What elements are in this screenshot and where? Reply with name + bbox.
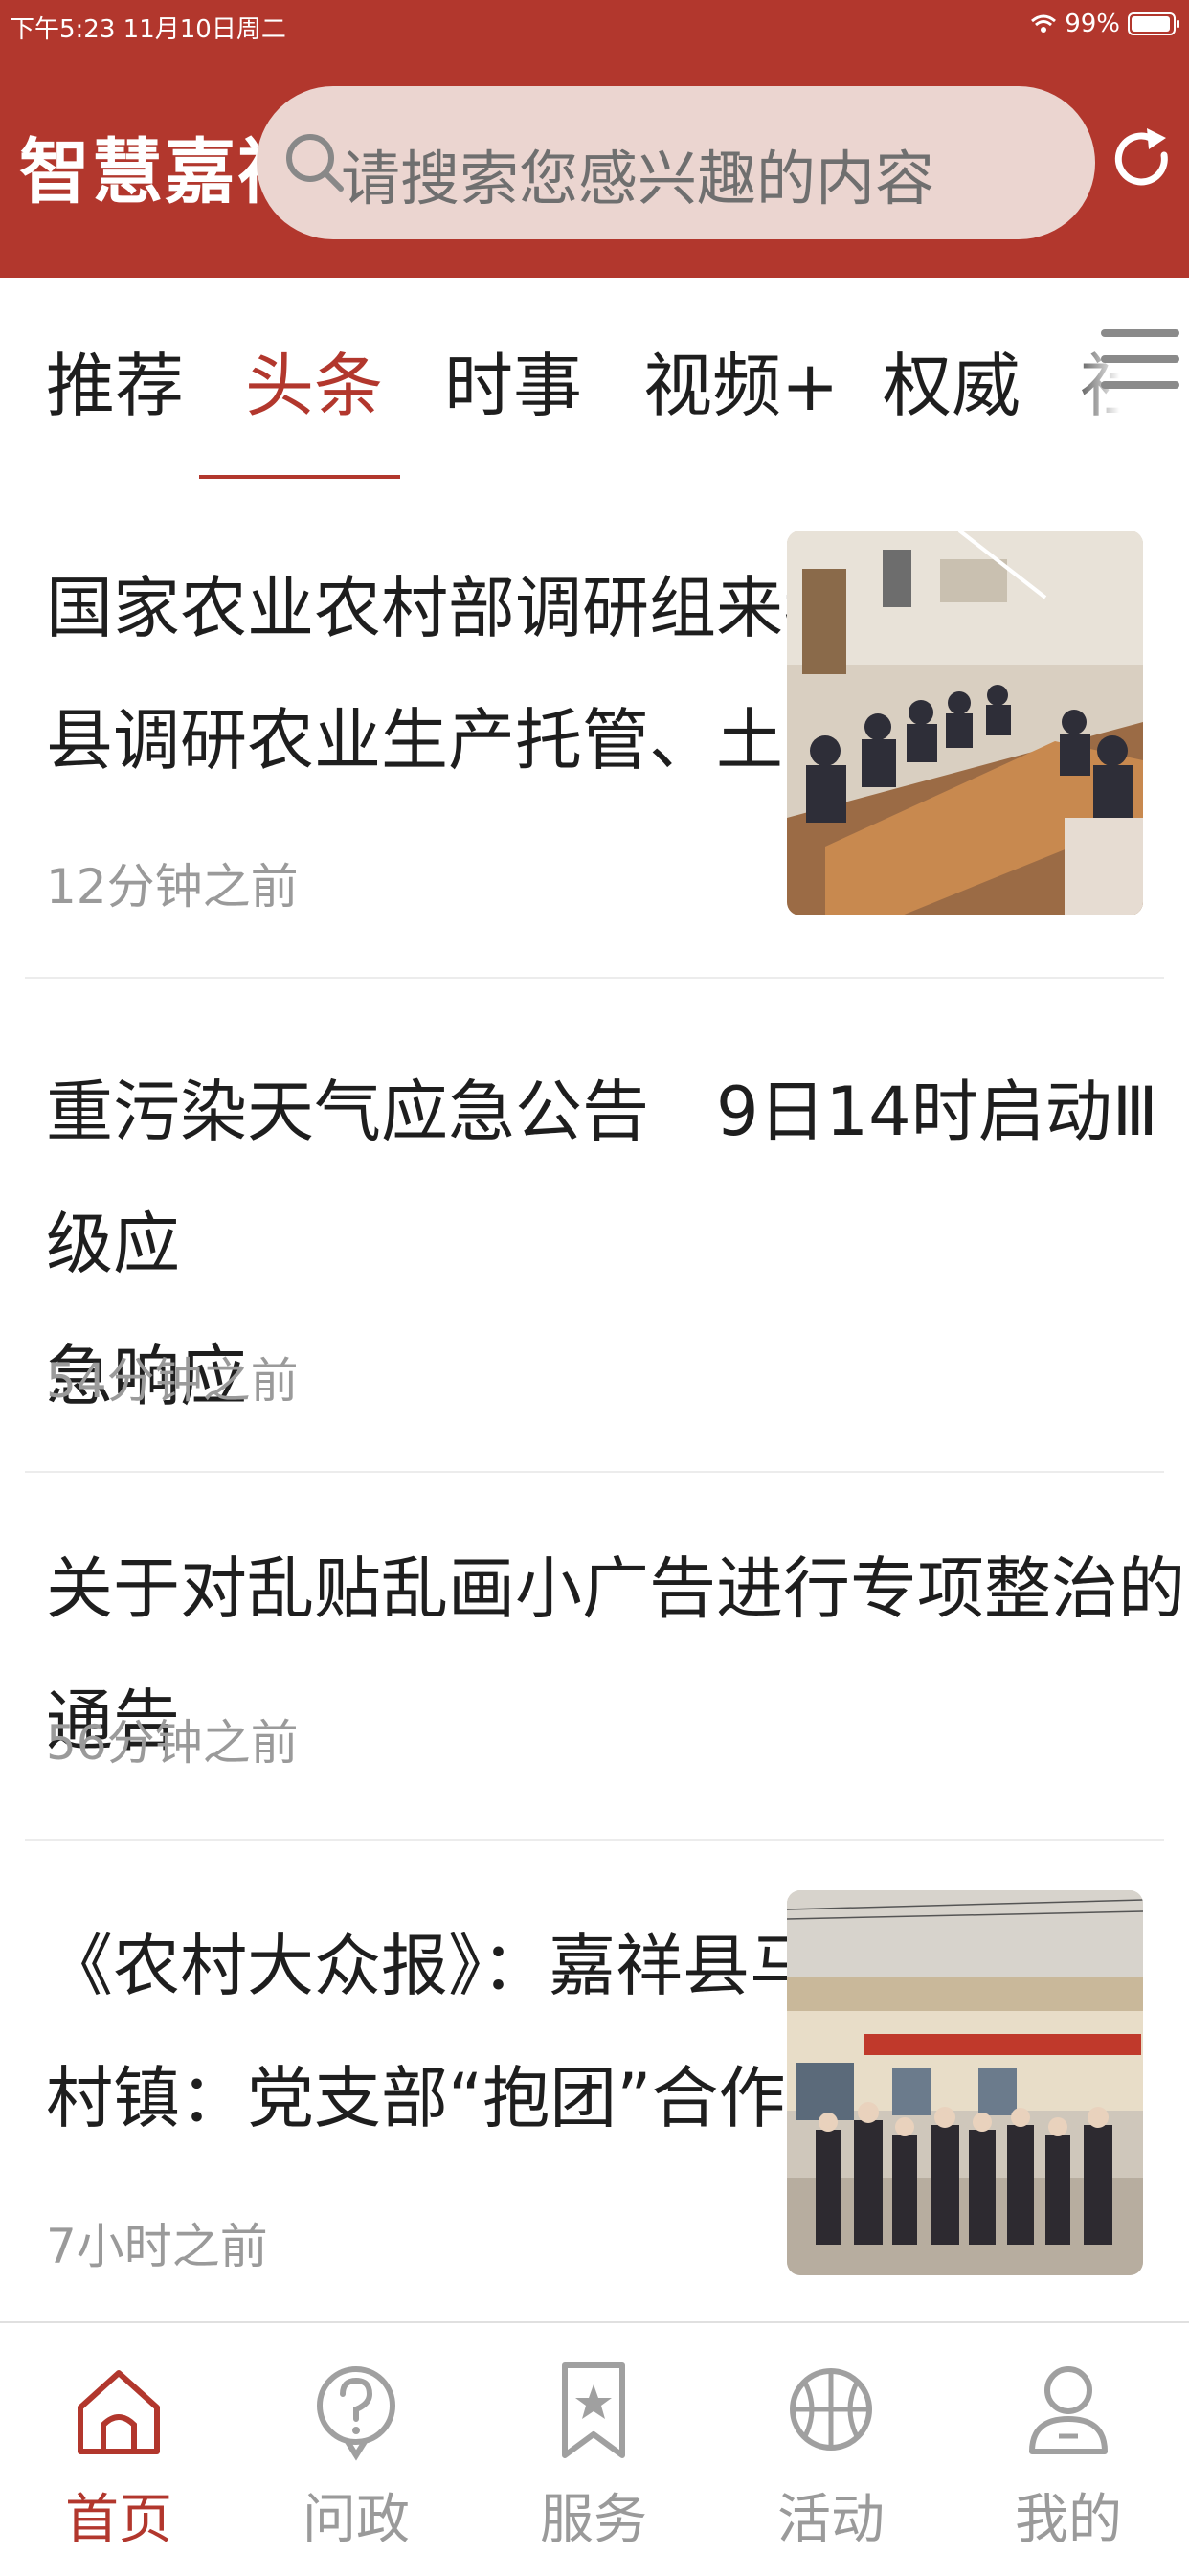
category-tabs: 推荐 头条 时事 视频+ 权威 社 <box>0 278 1189 481</box>
search-bar[interactable]: 请搜索您感兴趣的内容 <box>257 86 1095 239</box>
refresh-icon[interactable] <box>1109 126 1176 193</box>
nav-activity[interactable]: 活动 <box>754 2352 908 2554</box>
divider <box>25 977 1164 979</box>
tab-authority[interactable]: 权威 <box>883 329 1021 430</box>
nav-home[interactable]: 首页 <box>42 2352 195 2554</box>
divider <box>25 1471 1164 1473</box>
tab-menu-icon[interactable] <box>1101 329 1179 406</box>
news-title: 国家农业农村部调研组来我 县调研农业生产托管、土… <box>46 569 850 780</box>
divider <box>25 1839 1164 1841</box>
news-item[interactable]: 重污染天气应急公告 9日14时启动Ⅲ级应 急响应 54分钟之前 <box>0 996 1189 1456</box>
news-title: 《农村大众报》：嘉祥县马 村镇：党支部“抱团”合作… <box>46 1927 853 2137</box>
nav-home-label: 首页 <box>65 2489 172 2551</box>
news-time: 56分钟之前 <box>46 1715 299 1771</box>
news-time: 12分钟之前 <box>46 859 299 915</box>
news-item[interactable]: 国家农业农村部调研组来我 县调研农业生产托管、土… 12分钟之前 <box>0 498 1189 977</box>
status-bar: 下午5:23 11月10日周二 99% <box>0 0 1189 54</box>
search-placeholder: 请搜索您感兴趣的内容 <box>341 144 935 214</box>
bookmark-star-icon <box>562 2362 625 2458</box>
tab-recommend[interactable]: 推荐 <box>46 329 184 430</box>
nav-mine-label: 我的 <box>1015 2489 1122 2551</box>
tab-headlines[interactable]: 头条 <box>245 329 383 430</box>
wifi-icon <box>1031 14 1057 33</box>
news-thumbnail <box>787 531 1143 915</box>
battery-icon <box>1128 12 1179 35</box>
home-icon <box>78 2370 160 2454</box>
question-icon <box>317 2366 395 2461</box>
app-header: 下午5:23 11月10日周二 99% 智慧嘉祥 请搜索您感兴趣的内容 <box>0 0 1189 278</box>
battery-percent: 99% <box>1065 10 1120 38</box>
search-icon <box>286 134 344 192</box>
nav-ask[interactable]: 问政 <box>280 2352 433 2554</box>
active-tab-indicator <box>199 475 400 479</box>
status-time: 下午5:23 11月10日周二 <box>10 15 286 44</box>
basketball-icon <box>790 2368 872 2451</box>
nav-service[interactable]: 服务 <box>517 2352 670 2554</box>
user-icon <box>1029 2366 1108 2454</box>
nav-service-label: 服务 <box>540 2489 647 2551</box>
news-item[interactable]: 关于对乱贴乱画小广告进行专项整治的通告 56分钟之前 <box>0 1490 1189 1835</box>
news-time: 54分钟之前 <box>46 1353 299 1409</box>
tab-video[interactable]: 视频+ <box>643 329 839 430</box>
status-right: 99% <box>1030 10 1179 38</box>
nav-ask-label: 问政 <box>303 2489 410 2551</box>
news-time: 7小时之前 <box>46 2219 268 2274</box>
news-item[interactable]: 《农村大众报》：嘉祥县马 村镇：党支部“抱团”合作… 7小时之前 <box>0 1858 1189 2317</box>
nav-activity-label: 活动 <box>777 2489 885 2551</box>
news-thumbnail <box>787 1890 1143 2275</box>
tab-current-affairs[interactable]: 时事 <box>444 329 582 430</box>
bottom-nav: 首页 问政 服务 活动 我的 <box>0 2321 1189 2576</box>
nav-mine[interactable]: 我的 <box>992 2352 1145 2554</box>
